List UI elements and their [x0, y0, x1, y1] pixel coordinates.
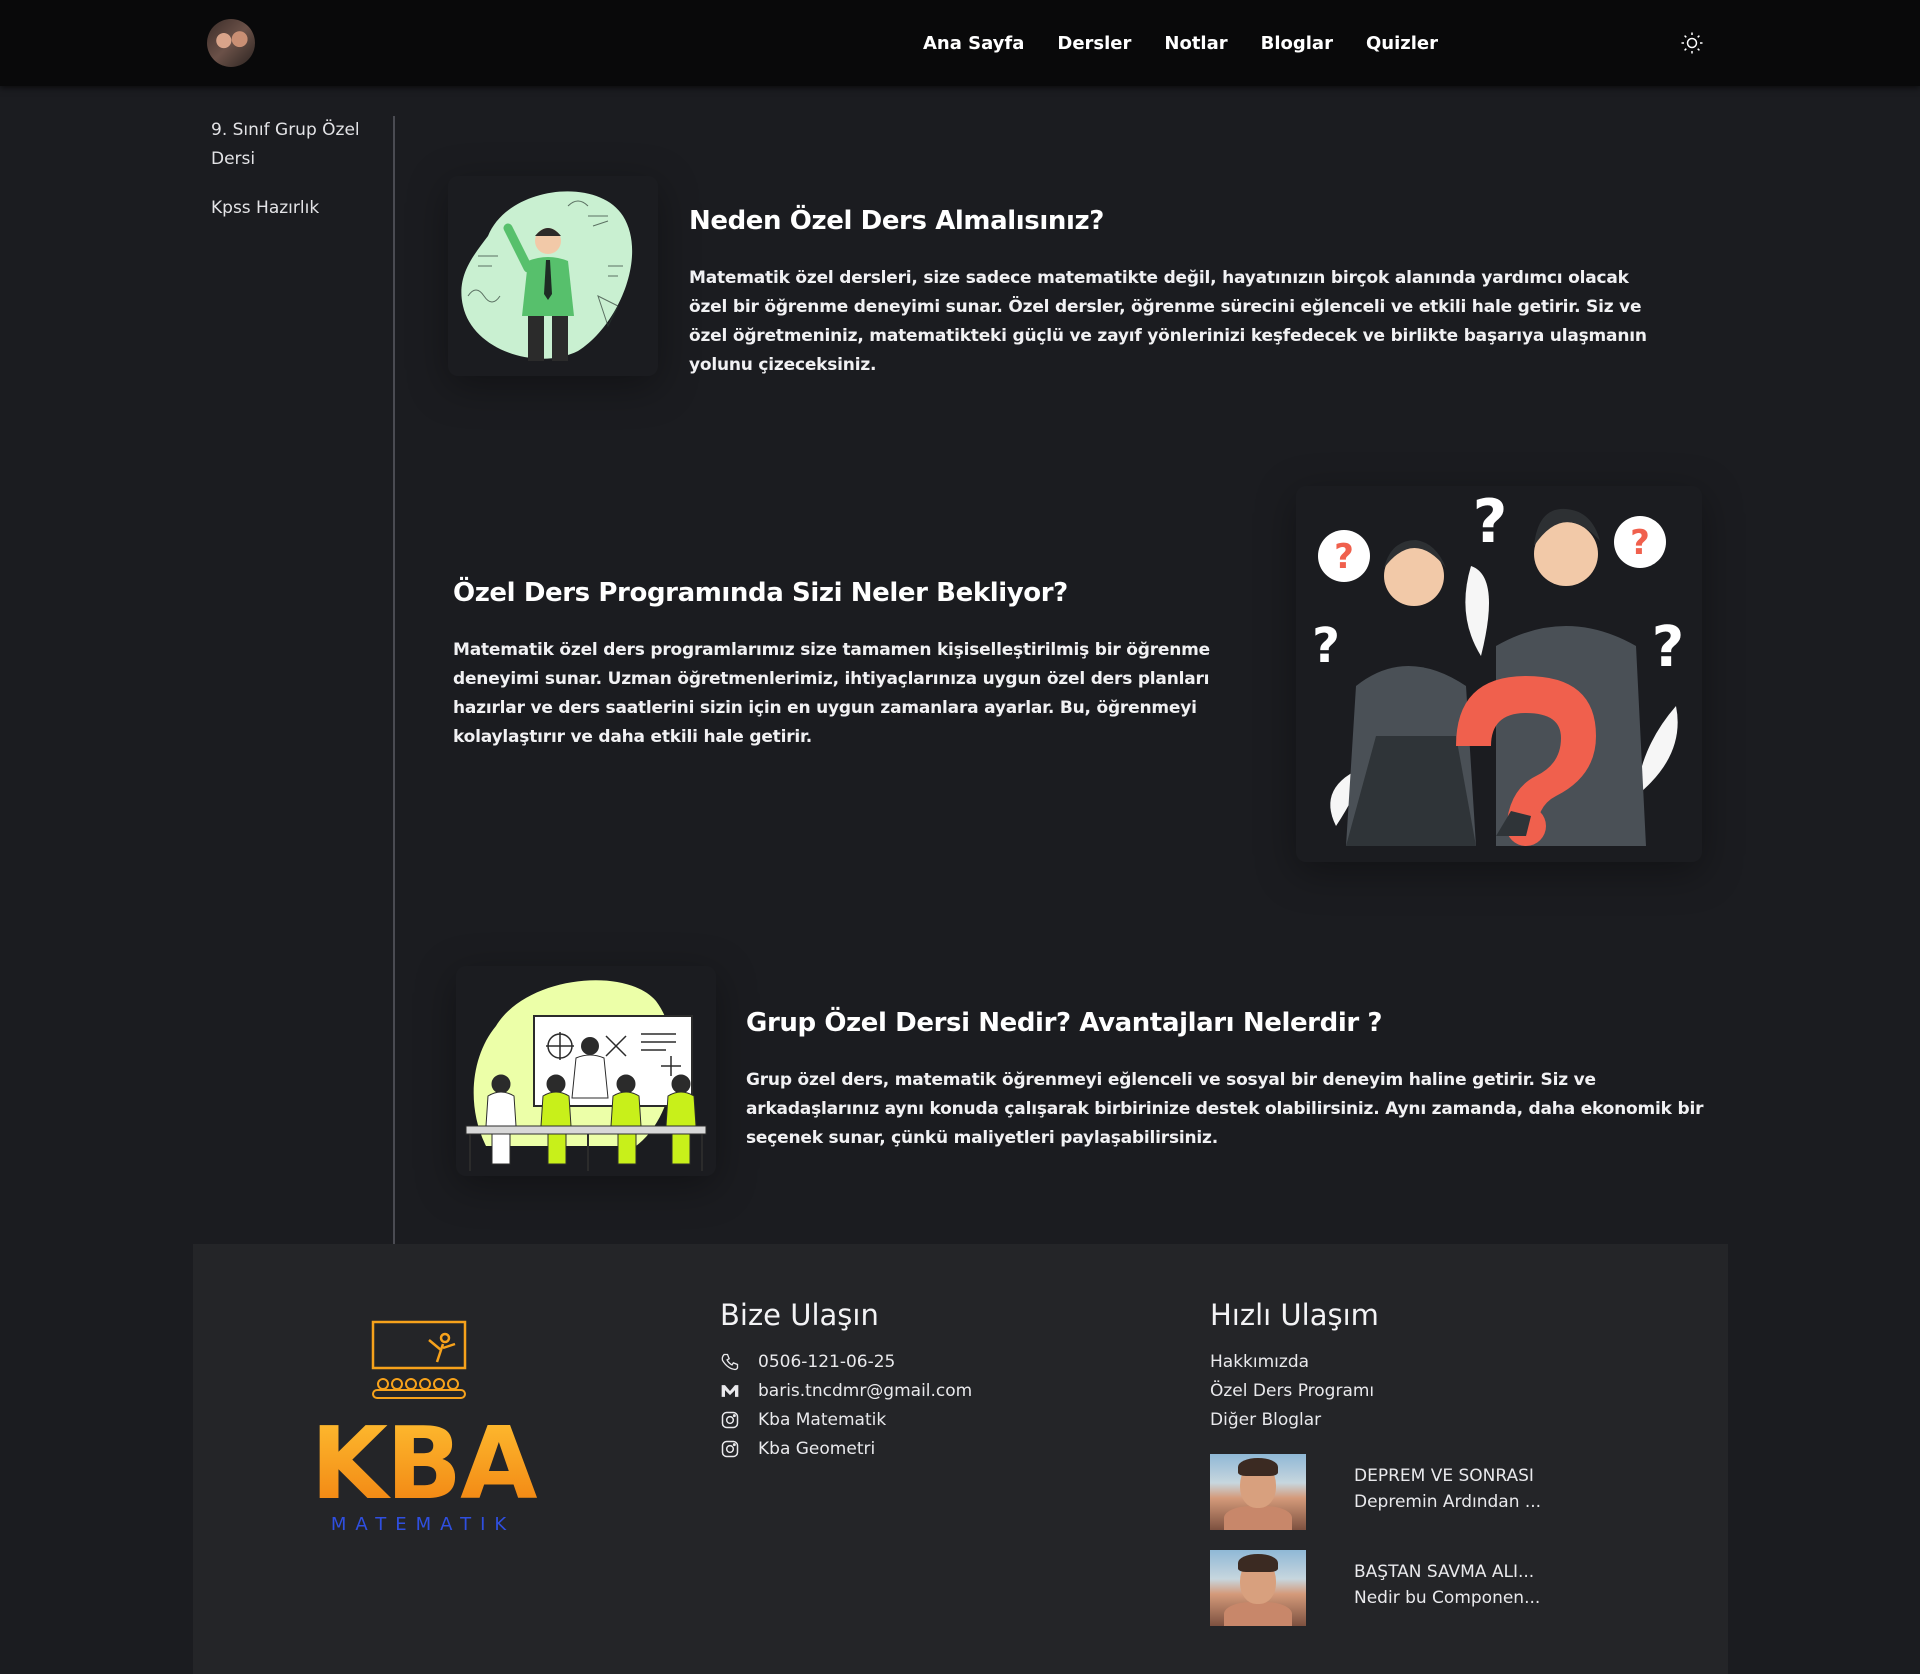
contact-instagram-geometri[interactable]: Kba Geometri: [720, 1439, 875, 1459]
mail-icon: [721, 1385, 739, 1397]
instagram-icon: [721, 1440, 739, 1458]
logo-text: KBA: [310, 1405, 537, 1522]
section-title-program: Özel Ders Programında Sizi Neler Bekliyo…: [453, 578, 1068, 608]
kba-logo[interactable]: KBA MATEMATIK: [293, 1320, 553, 1550]
instagram-icon: [721, 1411, 739, 1429]
classroom-illustration: [465, 980, 707, 1171]
question-illustration: ? ? ? ? ?: [1312, 487, 1684, 846]
contact-instagram-geometri-label: Kba Geometri: [758, 1439, 876, 1459]
section-text-grup: Grup özel ders, matematik öğrenmeyi eğle…: [746, 1070, 1704, 1148]
navbar: Ana Sayfa Dersler Notlar Bloglar Quizler: [0, 0, 1920, 86]
blog-thumbnail: [1210, 1454, 1306, 1530]
contact-phone-label: 0506-121-06-25: [758, 1352, 896, 1372]
sidebar-item-kpss-hazirlik[interactable]: Kpss Hazırlık: [193, 194, 363, 223]
blog-title: DEPREM VE SONRASI: [1354, 1466, 1534, 1486]
sun-icon[interactable]: [1680, 31, 1704, 55]
nav-link-ana-sayfa[interactable]: Ana Sayfa: [923, 33, 1024, 54]
avatar[interactable]: [207, 19, 255, 67]
contact-phone[interactable]: 0506-121-06-25: [720, 1352, 895, 1372]
sidebar-item-9-sinif-grup[interactable]: 9. Sınıf Grup Özel Dersi: [193, 116, 363, 174]
blog-card[interactable]: BAŞTAN SAVMA ALI... Nedir bu Componen...: [1210, 1550, 1540, 1626]
nav-link-quizler[interactable]: Quizler: [1366, 33, 1438, 54]
nav-link-notlar[interactable]: Notlar: [1164, 33, 1227, 54]
quick-link-diger-bloglar[interactable]: Diğer Bloglar: [1210, 1410, 1321, 1430]
svg-text:?: ?: [1652, 615, 1684, 680]
contact-instagram-matematik[interactable]: Kba Matematik: [720, 1410, 886, 1430]
contact-heading: Bize Ulaşın: [720, 1298, 879, 1332]
quick-link-ozel-ders-programi[interactable]: Özel Ders Programı: [1210, 1381, 1374, 1401]
nav-link-bloglar[interactable]: Bloglar: [1261, 33, 1333, 54]
svg-text:?: ?: [1312, 618, 1340, 674]
blog-subtitle: Nedir bu Componen...: [1354, 1588, 1541, 1608]
section-text-neden: Matematik özel dersleri, size sadece mat…: [689, 268, 1647, 375]
quick-heading: Hızlı Ulaşım: [1210, 1298, 1379, 1332]
logo-subtext: MATEMATIK: [331, 1514, 515, 1535]
section-text-program: Matematik özel ders programlarımız size …: [453, 640, 1210, 747]
teacher-illustration: [461, 191, 633, 361]
blog-card[interactable]: DEPREM VE SONRASI Depremin Ardından ...: [1210, 1454, 1541, 1530]
svg-text:?: ?: [1334, 537, 1354, 577]
blog-subtitle: Depremin Ardından ...: [1354, 1492, 1542, 1512]
blog-title: BAŞTAN SAVMA ALI...: [1354, 1562, 1535, 1582]
phone-icon: [721, 1353, 739, 1371]
svg-text:?: ?: [1473, 487, 1508, 557]
contact-instagram-matematik-label: Kba Matematik: [758, 1410, 887, 1430]
section-title-neden: Neden Özel Ders Almalısınız?: [689, 206, 1104, 236]
contact-mail[interactable]: baris.tncdmr@gmail.com: [720, 1381, 972, 1401]
sidebar: 9. Sınıf Grup Özel Dersi Kpss Hazırlık: [193, 116, 395, 1244]
quick-link-hakkimizda[interactable]: Hakkımızda: [1210, 1352, 1309, 1372]
nav-link-dersler[interactable]: Dersler: [1057, 33, 1131, 54]
footer: KBA MATEMATIK Bize Ulaşın 0506-121-06-25…: [193, 1244, 1728, 1674]
contact-mail-label: baris.tncdmr@gmail.com: [758, 1381, 973, 1401]
blog-thumbnail: [1210, 1550, 1306, 1626]
nav-links: Ana Sayfa Dersler Notlar Bloglar Quizler: [923, 0, 1438, 86]
svg-text:?: ?: [1630, 523, 1650, 563]
section-title-grup: Grup Özel Dersi Nedir? Avantajları Neler…: [746, 1008, 1383, 1038]
